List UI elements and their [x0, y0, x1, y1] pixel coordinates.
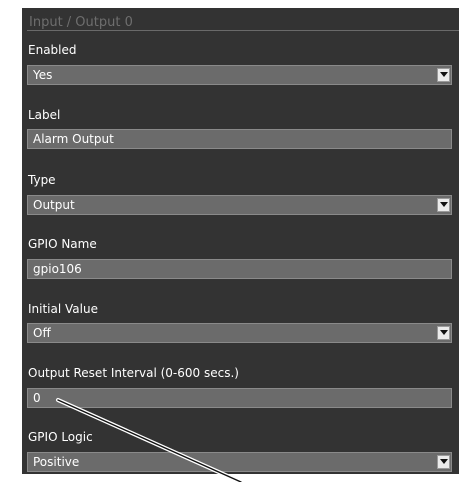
chevron-down-icon[interactable]	[437, 455, 450, 469]
section-divider	[27, 30, 459, 31]
chevron-down-icon[interactable]	[437, 326, 450, 340]
enabled-select[interactable]: Yes	[27, 65, 452, 85]
initial-value-label: Initial Value	[28, 302, 98, 316]
label-label: Label	[28, 108, 61, 122]
gpio-logic-select-value: Positive	[33, 455, 80, 469]
section-title: Input / Output 0	[29, 15, 133, 30]
gpio-name-label: GPIO Name	[28, 237, 97, 251]
label-input-value: Alarm Output	[33, 132, 114, 146]
chevron-down-icon[interactable]	[437, 198, 450, 212]
type-select-value: Output	[33, 198, 75, 212]
reset-interval-input[interactable]: 0	[27, 388, 452, 408]
gpio-logic-label: GPIO Logic	[28, 430, 93, 444]
reset-interval-label: Output Reset Interval (0-600 secs.)	[28, 366, 239, 380]
initial-value-select[interactable]: Off	[27, 323, 452, 343]
label-input[interactable]: Alarm Output	[27, 129, 452, 149]
type-select[interactable]: Output	[27, 195, 452, 215]
reset-interval-input-value: 0	[33, 391, 41, 405]
initial-value-select-value: Off	[33, 326, 51, 340]
gpio-logic-select[interactable]: Positive	[27, 452, 452, 472]
enabled-select-value: Yes	[33, 68, 53, 82]
chevron-down-icon[interactable]	[437, 68, 450, 82]
enabled-label: Enabled	[28, 43, 77, 57]
gpio-name-input[interactable]: gpio106	[27, 259, 452, 279]
gpio-name-input-value: gpio106	[33, 262, 82, 276]
type-label: Type	[28, 173, 56, 187]
io-settings-panel: Input / Output 0 Enabled Yes Label Alarm…	[22, 8, 459, 474]
